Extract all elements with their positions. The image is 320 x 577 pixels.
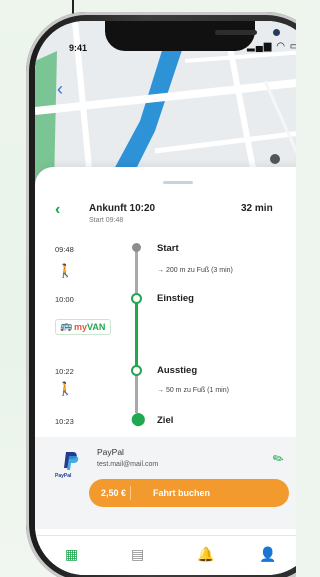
paypal-icon: [64, 452, 79, 470]
exit-dot: [131, 365, 142, 376]
tab-bar: ▦ ▤ 🔔 👤: [35, 535, 296, 575]
drag-handle[interactable]: [163, 181, 193, 184]
phone-screen: 9:41 ▂▄▆ ◠ ▭ ‹ ‹ Ankunft 10:20 Start 09:…: [35, 21, 296, 575]
walking-person-icon: 🚶: [57, 381, 74, 396]
paypal-caption: PayPal: [55, 473, 72, 479]
book-ride-label: Fahrt buchen: [153, 488, 211, 498]
phone-frame: 9:41 ▂▄▆ ◠ ▭ ‹ ‹ Ankunft 10:20 Start 09:…: [26, 12, 296, 577]
goal-time: 10:23: [55, 417, 74, 426]
exit-label: Ausstieg: [157, 365, 198, 376]
pointer-line: [72, 0, 74, 14]
speaker: [215, 30, 257, 35]
ride-price: 2,50 €: [97, 486, 132, 500]
arrival-title: Ankunft 10:20: [89, 203, 156, 214]
camera: [273, 29, 280, 36]
start-subtitle: Start 09:48: [89, 217, 124, 224]
map-tab-icon[interactable]: ▦: [65, 546, 78, 563]
walk-info: → 200 m zu Fuß (3 min): [157, 267, 233, 274]
start-time: 09:48: [55, 245, 74, 254]
walk-info: → 50 m zu Fuß (1 min): [157, 387, 229, 394]
edit-pencil-icon[interactable]: ✎: [270, 449, 287, 468]
signal-wifi-battery-icon: ▂▄▆ ◠ ▭: [247, 41, 296, 52]
trip-duration: 32 min: [241, 203, 273, 214]
start-dot: [132, 243, 141, 252]
boarding-dot: [131, 293, 142, 304]
notch: [105, 21, 280, 51]
myvan-logo: 🚌 myVAN: [55, 319, 111, 335]
map-back-icon[interactable]: ‹: [57, 79, 63, 100]
payment-method: PayPal: [97, 447, 124, 457]
tickets-tab-icon[interactable]: ▤: [131, 546, 144, 563]
payment-email: test.mail@mail.com: [97, 461, 159, 468]
boarding-label: Einstieg: [157, 293, 194, 304]
destination-pin-icon: ⬤: [131, 411, 146, 426]
goal-label: Ziel: [157, 415, 174, 426]
bell-tab-icon[interactable]: 🔔: [197, 546, 214, 563]
walk-segment-line: [135, 249, 138, 293]
start-label: Start: [157, 243, 179, 254]
bus-icon: 🚌: [60, 321, 73, 332]
profile-tab-icon[interactable]: 👤: [259, 546, 276, 563]
walk-segment-line: [135, 371, 138, 413]
boarding-time: 10:00: [55, 295, 74, 304]
exit-time: 10:22: [55, 367, 74, 376]
clock: 9:41: [69, 43, 88, 53]
app-showcase: 9:41 ▂▄▆ ◠ ▭ ‹ ‹ Ankunft 10:20 Start 09:…: [0, 0, 296, 577]
brand-text: myVAN: [74, 322, 106, 332]
route-sheet: ‹ Ankunft 10:20 Start 09:48 32 min ⬤ 09:…: [35, 167, 296, 575]
book-ride-button[interactable]: 2,50 € Fahrt buchen: [89, 479, 289, 507]
walking-person-icon: 🚶: [57, 263, 74, 278]
back-icon[interactable]: ‹: [55, 201, 60, 219]
